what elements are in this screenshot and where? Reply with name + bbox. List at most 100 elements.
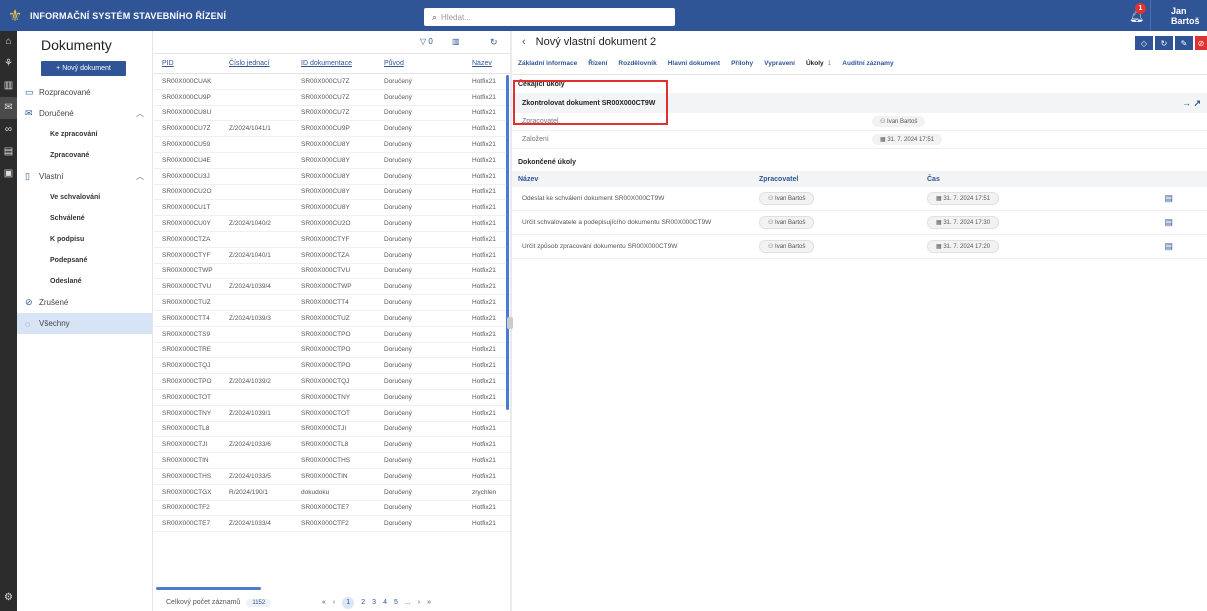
table-row[interactable]: SR00X000CTZA SR00X000CTYF Doručený Hotfix21 [154, 232, 511, 248]
done-task-row[interactable]: Určit způsob zpracování dokumentu SR00X0… [512, 235, 1207, 259]
next-page-icon[interactable]: › [418, 599, 420, 606]
table-row[interactable]: SR00X000CU8U SR00X000CU7Z Doručený Hotfix21 [154, 106, 511, 122]
table-row[interactable]: SR00X000CU3J SR00X000CU8Y Doručený Hotfix21 [154, 169, 511, 185]
chevron-up-icon[interactable]: ︿ [136, 171, 144, 182]
detail-title: Nový vlastní dokument 2 [535, 36, 657, 48]
search-input[interactable]: ⌕ Hledat... [424, 8, 675, 26]
back-icon[interactable]: ‹ [522, 36, 526, 48]
table-cell: Hotfix21 [472, 441, 496, 449]
tab-vypraveni[interactable]: Vypravení [764, 60, 795, 67]
table-row[interactable]: SR00X000CU1T SR00X000CU8Y Doručený Hotfix21 [154, 200, 511, 217]
new-document-button[interactable]: + Nový dokument [41, 61, 126, 76]
page-1[interactable]: 1 [342, 596, 355, 609]
horizontal-scrollbar[interactable] [156, 587, 261, 590]
sidebar-item-vsechny[interactable]: ◌ Všechny [17, 313, 152, 334]
page-3[interactable]: 3 [372, 599, 376, 606]
first-page-icon[interactable]: « [322, 599, 326, 606]
table-row[interactable]: SR00X000CTNY Z/2024/1039/1 SR00X000CTOT Dor… [154, 406, 511, 422]
sidebar-item-podepsane[interactable]: Podepsané [17, 250, 152, 271]
tree-icon[interactable]: ⚘ [0, 53, 17, 75]
table-row[interactable]: SR00X000CU9P SR00X000CU7Z Doručený Hotfix21 [154, 90, 511, 106]
sidebar-item-ke-zpracovani[interactable]: Ke zpracování [17, 124, 152, 145]
tab-ukoly[interactable]: Úkoly 1 [806, 60, 831, 67]
sidebar-item-vlastni[interactable]: ▯ Vlastní ︿ [17, 166, 152, 187]
table-row[interactable]: SR00X000CTWP SR00X000CTVU Doručený Hotfix21 [154, 264, 511, 280]
table-row[interactable]: SR00X000CTGX R/2024/190/1 dokudoku Doručený… [154, 485, 511, 501]
table-row[interactable]: SR00X000CTS9 SR00X000CTPO Doručený Hotfix21 [154, 327, 511, 343]
last-page-icon[interactable]: » [427, 599, 431, 606]
col-id-dokumentace[interactable]: ID dokumentace [297, 60, 380, 67]
table-cell: SR00X000CU8Y [301, 172, 350, 180]
bell-icon[interactable]: 🔔︎ 1 [1129, 3, 1146, 23]
sidebar-item-schvalene[interactable]: Schválené [17, 208, 152, 229]
home-icon[interactable]: ⌂ [0, 31, 17, 53]
settings-icon[interactable]: ⚙ [0, 587, 17, 609]
tab-rizeni[interactable]: Řízení [588, 60, 607, 67]
table-row[interactable]: SR00X000CTHS Z/2024/1033/5 SR00X000CTIN Dor… [154, 469, 511, 485]
forward-icon[interactable]: → ↗ [1182, 98, 1201, 109]
link-icon[interactable]: ∞ [0, 119, 17, 141]
sidebar-item-ve-schvalovani[interactable]: Ve schvalování [17, 187, 152, 208]
table-row[interactable]: SR00X000CTE7 Z/2024/1033/4 SR00X000CTF2 Dor… [154, 516, 511, 533]
col-cislo-jednaci[interactable]: Číslo jednací [225, 60, 297, 67]
tab-rozdelovnik[interactable]: Rozdělovník [618, 60, 656, 67]
table-row[interactable]: SR00X000CTJI Z/2024/1033/6 SR00X000CTL8 Dor… [154, 437, 511, 454]
table-row[interactable]: SR00X000CTT4 Z/2024/1039/3 SR00X000CTUZ Dor… [154, 311, 511, 327]
sidebar-item-dorucene[interactable]: ✉ Doručené ︿ [17, 103, 152, 124]
table-row[interactable]: SR00X000CTPO Z/2024/1039/2 SR00X000CTQJ Dor… [154, 374, 511, 390]
chevron-up-icon[interactable]: ︿ [136, 108, 144, 119]
building-icon[interactable]: ▥ [0, 75, 17, 97]
sidebar-item-odeslane[interactable]: Odeslané [17, 271, 152, 292]
table-row[interactable]: SR00X000CTOT SR00X000CTNY Doručený Hotfix21 [154, 390, 511, 406]
col-pid[interactable]: PID [154, 60, 225, 67]
col-nazev[interactable]: Název [470, 60, 510, 67]
sidebar-item-zrusene[interactable]: ⊘ Zrušené [17, 292, 152, 313]
cancel-icon[interactable]: ⊘ [1195, 36, 1207, 50]
plus-icon[interactable]: ◇ [1135, 36, 1153, 50]
table-row[interactable]: SR00X000CU2O SR00X000CU8Y Doručený Hotfix21 [154, 185, 511, 201]
mail-icon[interactable]: ✉ [0, 97, 17, 119]
sidebar-item-rozpracovane[interactable]: ▭ Rozpracované [17, 82, 152, 103]
table-row[interactable]: SR00X000CU4E SR00X000CU8Y Doručený Hotfix21 [154, 153, 511, 169]
table-row[interactable]: SR00X000CTIN SR00X000CTHS Doručený Hotfix21 [154, 453, 511, 469]
page-4[interactable]: 4 [383, 599, 387, 606]
table-row[interactable]: SR00X000CTL8 SR00X000CTJI Doručený Hotfix21 [154, 422, 511, 438]
table-row[interactable]: SR00X000CTVU Z/2024/1039/4 SR00X000CTWP Dor… [154, 279, 511, 296]
prev-page-icon[interactable]: ‹ [333, 599, 335, 606]
sign-icon[interactable]: ✎ [1175, 36, 1193, 50]
filter-icon[interactable]: ▽ 0 [420, 37, 433, 46]
table-row[interactable]: SR00X000CUAK SR00X000CU7Z Doručený Hotfix21 [154, 74, 511, 90]
done-task-row[interactable]: Určit schvalovatele a podepisujícího dok… [512, 211, 1207, 235]
document-icon[interactable]: ▤ [1164, 193, 1173, 204]
table-cell: Doručený [384, 172, 412, 180]
page-2[interactable]: 2 [361, 599, 365, 606]
table-cell: SR00X000CTE7 [301, 504, 350, 512]
table-row[interactable]: SR00X000CTUZ SR00X000CTT4 Doručený Hotfix21 [154, 295, 511, 311]
tab-prilohy[interactable]: Přílohy [731, 60, 753, 67]
history-icon[interactable]: ↻ [1155, 36, 1173, 50]
archive-icon[interactable]: ▤ [0, 141, 17, 163]
table-cell: Doručený [384, 425, 412, 433]
table-row[interactable]: SR00X000CU0Y Z/2024/1040/2 SR00X000CU2O Dor… [154, 216, 511, 232]
document-icon[interactable]: ▣ [0, 163, 17, 185]
done-task-row[interactable]: Odeslat ke schválení dokument SR00X000CT… [512, 187, 1207, 211]
vertical-scrollbar[interactable] [506, 75, 509, 410]
document-icon[interactable]: ▤ [1164, 217, 1173, 228]
table-row[interactable]: SR00X000CTYF Z/2024/1040/1 SR00X000CTZA Dor… [154, 248, 511, 264]
table-row[interactable]: SR00X000CU59 SR00X000CU8Y Doručený Hotfix21 [154, 137, 511, 153]
tab-zakladni-informace[interactable]: Základní informace [518, 60, 577, 67]
page-5[interactable]: 5 [394, 599, 398, 606]
table-row[interactable]: SR00X000CTQJ SR00X000CTPO Doručený Hotfix21 [154, 358, 511, 375]
user-menu[interactable]: Jan Bartoš [1150, 0, 1207, 31]
refresh-icon[interactable]: ↻ [490, 37, 498, 48]
sidebar-item-zpracovane[interactable]: Zpracované [17, 145, 152, 166]
col-puvod[interactable]: Původ [380, 60, 470, 67]
table-row[interactable]: SR00X000CU7Z Z/2024/1041/1 SR00X000CU9P Dor… [154, 121, 511, 138]
table-row[interactable]: SR00X000CTF2 SR00X000CTE7 Doručený Hotfix21 [154, 501, 511, 517]
tab-hlavni-dokument[interactable]: Hlavní dokument [668, 60, 720, 67]
table-row[interactable]: SR00X000CTRE SR00X000CTPO Doručený Hotfix21 [154, 343, 511, 359]
tab-auditni-zaznamy[interactable]: Auditní záznamy [842, 60, 893, 67]
columns-icon[interactable]: ▥ [452, 37, 460, 46]
document-icon[interactable]: ▤ [1164, 241, 1173, 252]
sidebar-item-k-podpisu[interactable]: K podpisu [17, 229, 152, 250]
